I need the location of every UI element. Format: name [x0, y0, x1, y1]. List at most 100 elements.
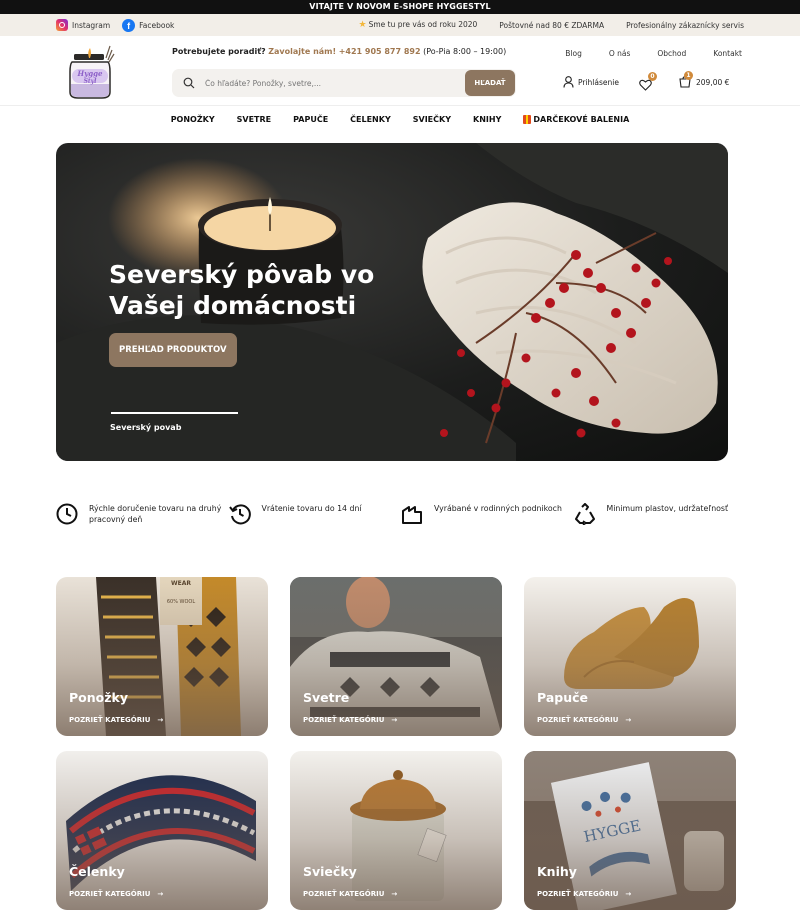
gift-icon [523, 114, 532, 124]
card-link-label: POZRIEŤ KATEGÓRIU [303, 890, 385, 898]
cart-count-badge: 1 [684, 71, 693, 80]
card-overlay [56, 751, 268, 910]
nav-gift-packages[interactable]: DARČEKOVÉ BALENIA [523, 114, 630, 124]
category-card-ponozky[interactable]: WEAR 60% WOOL Ponožky POZRIEŤ KATEGÓRIU→ [56, 577, 268, 736]
category-grid: WEAR 60% WOOL Ponožky POZRIEŤ KATEGÓRIU→… [56, 577, 736, 910]
card-overlay [524, 577, 736, 736]
nav-sviecky[interactable]: SVIEČKY [413, 115, 451, 124]
card-link[interactable]: POZRIEŤ KATEGÓRIU → [303, 716, 397, 724]
category-nav: PONOŽKY SVETRE PAPUČE ČELENKY SVIEČKY KN… [0, 106, 800, 132]
heart-icon [639, 79, 652, 91]
candle-jar-logo-icon: Hygge Styl [69, 45, 115, 99]
card-link[interactable]: POZRIEŤ KATEGÓRIU → [303, 890, 397, 898]
house-icon [402, 506, 422, 524]
category-card-knihy[interactable]: HYGGE Knihy POZRIEŤ KATEGÓRIU→ [524, 751, 736, 910]
card-link[interactable]: POZRIEŤ KATEGÓRIU → [537, 716, 631, 724]
utility-bar: Instagram f Facebook ★ Sme tu pre vás od … [0, 14, 800, 36]
feature-family-made: Vyrábané v rodinných podnikoch [401, 503, 574, 525]
category-card-sviecky[interactable]: Sviečky POZRIEŤ KATEGÓRIU → [290, 751, 502, 910]
cart-total: 209,00 € [696, 77, 730, 87]
cart-icon-wrap: 1 [679, 71, 693, 88]
card-link[interactable]: POZRIEŤ KATEGÓRIU → [537, 890, 631, 898]
instagram-icon [56, 19, 68, 31]
service-note: Profesionálny zákaznícky servis [626, 20, 744, 30]
feature-text: Minimum plastov, udržateľnosť [606, 504, 729, 513]
card-overlay [290, 577, 502, 736]
arrow-right-icon: → [157, 890, 164, 898]
card-link-label: POZRIEŤ KATEGÓRIU [537, 716, 619, 724]
card-title: Čelenky [69, 864, 125, 879]
top-link-about[interactable]: O nás [609, 49, 631, 58]
search-input[interactable] [205, 78, 445, 88]
arrow-right-icon: → [391, 890, 398, 898]
card-link[interactable]: POZRIEŤ KATEGÓRIU → [69, 890, 163, 898]
user-icon [563, 76, 574, 88]
search-button[interactable]: HĽADAŤ [465, 70, 515, 96]
nav-ponozky[interactable]: PONOŽKY [171, 115, 215, 124]
recycle-icon [574, 503, 595, 525]
top-links: Blog O nás Obchod Kontakt [565, 49, 742, 58]
feature-returns: Vrátenie tovaru do 14 dní [228, 503, 402, 525]
nav-papuce[interactable]: PAPUČE [293, 115, 328, 124]
return-clock-icon [228, 504, 251, 525]
search-bar: HĽADAŤ [172, 69, 516, 97]
svg-text:Styl: Styl [84, 78, 98, 85]
since-text: Sme tu pre vás od roku 2020 [368, 20, 478, 29]
hero-cta-button[interactable]: PREHĽAD PRODUKTOV [109, 333, 237, 367]
cart-button[interactable]: 1 209,00 € [679, 71, 730, 88]
nav-gift-label: DARČEKOVÉ BALENIA [533, 114, 630, 124]
card-link-label: POZRIEŤ KATEGÓRIU [303, 716, 385, 724]
wishlist-button[interactable]: 0 [639, 72, 657, 91]
slide-indicator-line[interactable] [111, 412, 238, 414]
clock-icon [56, 503, 78, 525]
nav-celenky[interactable]: ČELENKY [350, 115, 391, 124]
feature-text: Vrátenie tovaru do 14 dní [261, 504, 362, 513]
card-overlay [56, 577, 268, 736]
arrow-right-icon: → [391, 716, 398, 724]
card-link-label: POZRIEŤ KATEGÓRIU [69, 716, 151, 724]
since-note: ★ Sme tu pre vás od roku 2020 [358, 20, 477, 30]
card-overlay [290, 751, 502, 910]
top-link-contact[interactable]: Kontakt [713, 49, 742, 58]
card-link[interactable]: POZRIEŤ KATEGÓRIU → [69, 716, 163, 724]
feature-fast-delivery: Rýchle doručenie tovaru na druhý pracovn… [56, 503, 229, 525]
hero-banner: Severský pôvab vo Vašej domácnosti PREHĽ… [56, 143, 728, 461]
site-logo[interactable]: Hygge Styl [66, 44, 122, 102]
top-link-shop[interactable]: Obchod [657, 49, 686, 58]
arrow-right-icon: → [625, 716, 632, 724]
arrow-right-icon: → [625, 890, 632, 898]
arrow-right-icon: → [157, 716, 164, 724]
help-phone[interactable]: +421 905 877 892 [339, 47, 421, 56]
shipping-note: Poštovné nad 80 € ZDARMA [499, 20, 605, 30]
facebook-icon: f [122, 18, 136, 32]
nav-knihy[interactable]: KNIHY [473, 115, 501, 124]
logo-text: Hygge [77, 69, 103, 78]
card-title: Svetre [303, 690, 350, 705]
instagram-link[interactable]: Instagram [56, 19, 110, 31]
slide-label[interactable]: Severský povab [110, 423, 181, 432]
search-icon [183, 77, 195, 89]
top-link-blog[interactable]: Blog [565, 49, 582, 58]
card-link-label: POZRIEŤ KATEGÓRIU [537, 890, 619, 898]
category-card-svetre[interactable]: Svetre POZRIEŤ KATEGÓRIU → [290, 577, 502, 736]
feature-strip: Rýchle doručenie tovaru na druhý pracovn… [56, 503, 746, 525]
login-link[interactable]: Prihlásenie [563, 76, 619, 88]
help-question: Potrebujete poradiť? [172, 47, 266, 56]
card-link-label: POZRIEŤ KATEGÓRIU [69, 890, 151, 898]
help-line: Potrebujete poradiť? Zavolajte nám! +421… [172, 47, 506, 56]
site-header: Hygge Styl Potrebujete poradiť? Zavolajt… [0, 36, 800, 106]
card-title: Ponožky [69, 690, 128, 705]
card-title: Papuče [537, 690, 588, 705]
card-overlay [524, 751, 736, 910]
login-label: Prihlásenie [578, 77, 619, 87]
help-call: Zavolajte nám! [268, 47, 337, 56]
nav-svetre[interactable]: SVETRE [237, 115, 272, 124]
star-icon: ★ [358, 20, 367, 30]
feature-text: Rýchle doručenie tovaru na druhý pracovn… [89, 504, 222, 524]
card-title: Knihy [537, 864, 577, 879]
category-card-papuce[interactable]: Papuče POZRIEŤ KATEGÓRIU → [524, 577, 736, 736]
instagram-label: Instagram [72, 20, 111, 30]
hero-title: Severský pôvab vo Vašej domácnosti [109, 260, 375, 320]
category-card-celenky[interactable]: Čelenky POZRIEŤ KATEGÓRIU → [56, 751, 268, 910]
facebook-link[interactable]: f Facebook [122, 18, 174, 32]
